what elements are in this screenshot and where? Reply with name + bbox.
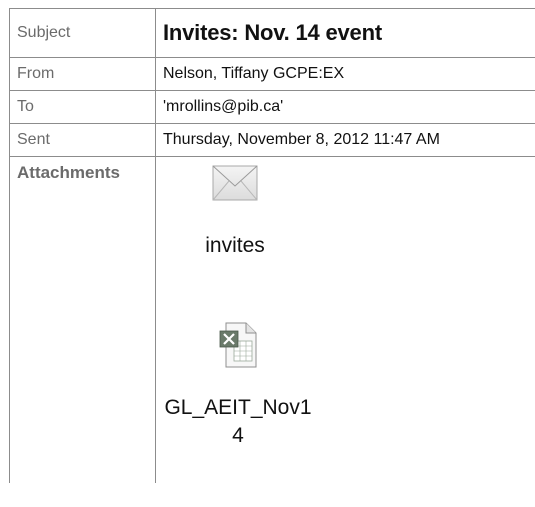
excel-file-icon <box>163 321 313 374</box>
attachments-row: Attachments invites GL_AEIT_Nov14 <box>9 156 535 483</box>
attachment-name: invites <box>205 234 265 257</box>
attachment-name: GL_AEIT_Nov14 <box>164 396 312 447</box>
email-header-table: Subject Invites: Nov. 14 event From Nels… <box>9 8 535 483</box>
attachment-invites[interactable]: invites <box>191 165 279 260</box>
to-value: 'mrollins@pib.ca' <box>155 90 535 124</box>
sent-value: Thursday, November 8, 2012 11:47 AM <box>155 123 535 157</box>
attachments-cell: invites GL_AEIT_Nov14 <box>155 156 535 483</box>
subject-label: Subject <box>9 8 156 58</box>
subject-value: Invites: Nov. 14 event <box>155 8 535 58</box>
from-value: Nelson, Tiffany GCPE:EX <box>155 57 535 91</box>
attachment-gl-aeit[interactable]: GL_AEIT_Nov14 <box>163 321 313 450</box>
envelope-icon <box>191 165 279 206</box>
sent-row: Sent Thursday, November 8, 2012 11:47 AM <box>9 123 535 157</box>
attachments-area: invites GL_AEIT_Nov14 <box>163 157 535 477</box>
subject-row: Subject Invites: Nov. 14 event <box>9 8 535 58</box>
from-label: From <box>9 57 156 91</box>
to-row: To 'mrollins@pib.ca' <box>9 90 535 124</box>
attachments-label: Attachments <box>9 156 156 483</box>
sent-label: Sent <box>9 123 156 157</box>
from-row: From Nelson, Tiffany GCPE:EX <box>9 57 535 91</box>
to-label: To <box>9 90 156 124</box>
